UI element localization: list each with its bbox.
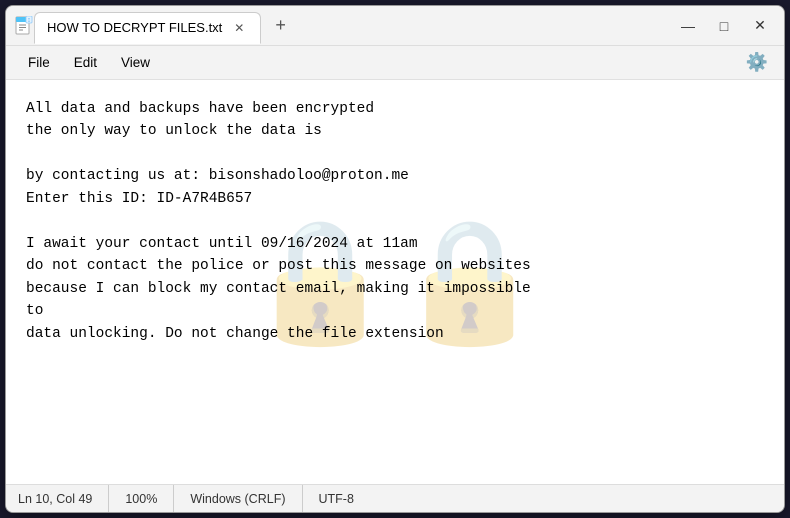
new-tab-button[interactable]: + — [269, 13, 292, 38]
editor-text[interactable]: All data and backups have been encrypted… — [6, 80, 784, 484]
cursor-position: Ln 10, Col 49 — [18, 485, 109, 512]
notepad-window: HOW TO DECRYPT FILES.txt ✕ + — □ ✕ File … — [5, 5, 785, 513]
line-ending: Windows (CRLF) — [174, 485, 302, 512]
window-controls: — □ ✕ — [672, 12, 776, 40]
menu-view[interactable]: View — [111, 51, 160, 74]
minimize-button[interactable]: — — [672, 12, 704, 40]
menu-file[interactable]: File — [18, 51, 60, 74]
zoom-level: 100% — [109, 485, 174, 512]
menu-edit[interactable]: Edit — [64, 51, 107, 74]
gear-icon[interactable]: ⚙️ — [742, 48, 772, 77]
app-icon — [14, 16, 34, 36]
encoding: UTF-8 — [303, 485, 370, 512]
tab-close-button[interactable]: ✕ — [230, 19, 248, 37]
close-button[interactable]: ✕ — [744, 12, 776, 40]
tab-title: HOW TO DECRYPT FILES.txt — [47, 20, 222, 35]
status-bar: Ln 10, Col 49 100% Windows (CRLF) UTF-8 — [6, 484, 784, 512]
maximize-button[interactable]: □ — [708, 12, 740, 40]
editor-content-area: 🔒🔒 All data and backups have been encryp… — [6, 80, 784, 484]
active-tab[interactable]: HOW TO DECRYPT FILES.txt ✕ — [34, 12, 261, 44]
title-bar: HOW TO DECRYPT FILES.txt ✕ + — □ ✕ — [6, 6, 784, 46]
menu-bar: File Edit View ⚙️ — [6, 46, 784, 80]
